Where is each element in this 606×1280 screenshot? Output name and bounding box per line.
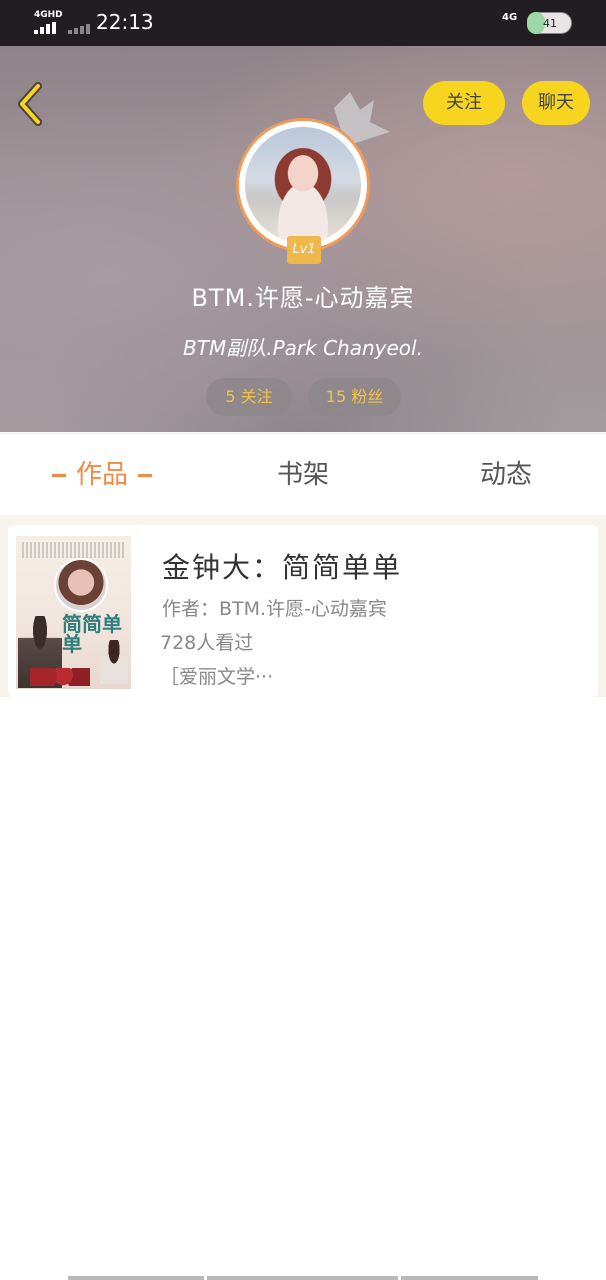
cover-caption: [22, 542, 125, 558]
avatar-image: [245, 127, 361, 243]
back-button[interactable]: [14, 82, 48, 126]
tab-activity-label: 动态: [479, 460, 532, 490]
book-tag: ［爱丽文学···: [160, 666, 274, 688]
cover-portrait: [54, 558, 108, 612]
following-count[interactable]: 5 关注: [206, 378, 292, 416]
followers-count[interactable]: 15 粉丝: [308, 378, 401, 416]
tab-activity[interactable]: 动态: [446, 434, 566, 516]
avatar[interactable]: [236, 118, 370, 252]
username: BTM.许愿-心动嘉宾: [191, 284, 415, 312]
status-bar: 4GHD 22:13 4G 41: [0, 0, 606, 46]
signal-icon: [34, 22, 94, 34]
battery-icon: 41: [527, 12, 572, 34]
book-cover[interactable]: 简简单单: [16, 536, 131, 689]
tab-bookshelf-label: 书架: [276, 460, 329, 490]
home-indicator[interactable]: [401, 1276, 538, 1280]
tab-bookshelf[interactable]: 书架: [243, 434, 363, 516]
network-indicator-right: 4G: [502, 12, 518, 23]
cover-roses: [30, 668, 90, 686]
book-views: 728人看过: [160, 632, 254, 654]
tab-works[interactable]: 作品: [40, 434, 164, 516]
chevron-left-icon: [18, 82, 42, 126]
book-title[interactable]: 金钟大：简简单单: [162, 546, 402, 586]
active-indicator-left: [51, 474, 66, 477]
tab-works-label: 作品: [75, 460, 128, 490]
bio: BTM副队.Park Chanyeol.: [183, 336, 423, 360]
profile-header: 关注 聊天 Lv1 BTM.许愿-心动嘉宾 BTM副队.Park Chanyeo…: [0, 46, 606, 432]
battery-level: 41: [543, 17, 557, 30]
level-badge: Lv1: [287, 236, 321, 264]
clock: 22:13: [96, 10, 154, 34]
chat-button[interactable]: 聊天: [522, 81, 590, 125]
follow-button[interactable]: 关注: [423, 81, 505, 125]
network-indicator: 4GHD: [34, 10, 63, 20]
active-indicator-right: [138, 474, 152, 477]
book-author: 作者：BTM.许愿-心动嘉宾: [162, 598, 387, 620]
cover-girl: [100, 640, 128, 684]
home-indicator[interactable]: [207, 1276, 398, 1280]
home-indicator[interactable]: [68, 1276, 204, 1280]
tab-bar: 作品 书架 动态: [0, 433, 606, 516]
